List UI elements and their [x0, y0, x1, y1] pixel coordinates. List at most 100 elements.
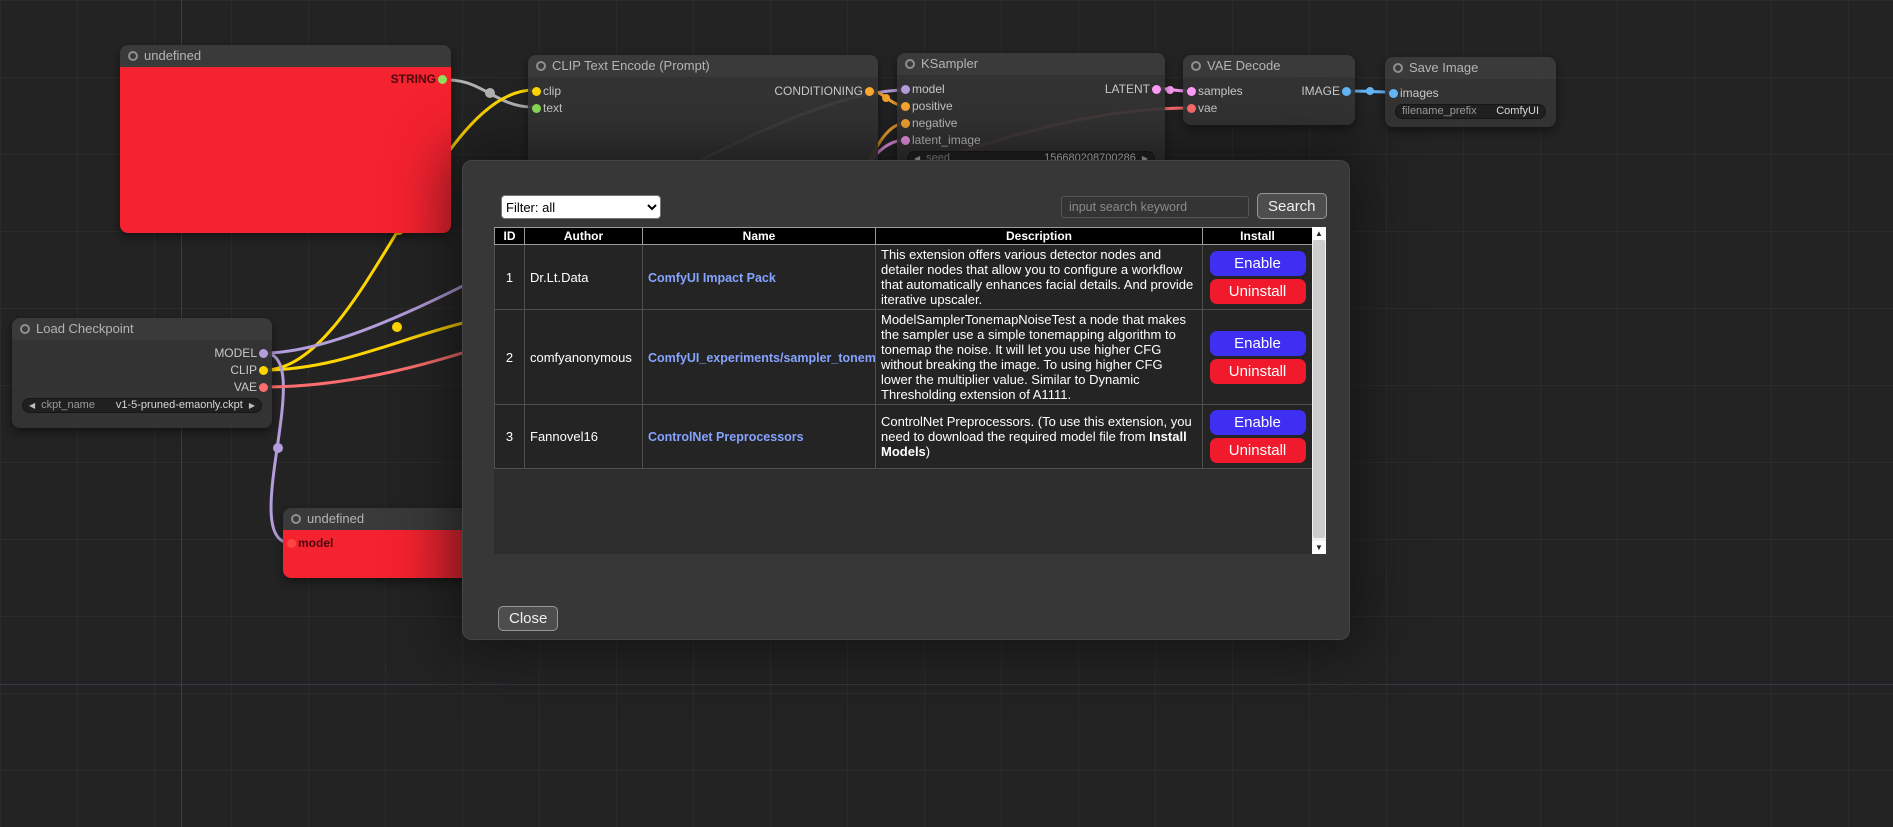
negative-input-dot[interactable] — [901, 119, 910, 128]
wire-midpoint-dot — [392, 322, 402, 332]
search-input[interactable] — [1061, 196, 1249, 218]
slot-label: CONDITIONING — [774, 84, 863, 98]
string-output-dot[interactable] — [438, 75, 447, 84]
node-status-dot-icon[interactable] — [536, 61, 546, 71]
search-button[interactable]: Search — [1257, 193, 1327, 219]
output-slot-model[interactable]: MODEL — [214, 345, 272, 362]
clip-output-dot[interactable] — [259, 366, 268, 375]
input-slot-positive[interactable]: positive — [897, 98, 953, 115]
input-slot-samples[interactable]: samples — [1183, 83, 1243, 100]
enable-button[interactable]: Enable — [1210, 251, 1306, 276]
node-status-dot-icon[interactable] — [905, 59, 915, 69]
node-status-dot-icon[interactable] — [128, 51, 138, 61]
images-input-dot[interactable] — [1389, 89, 1398, 98]
node-title-bar[interactable]: CLIP Text Encode (Prompt) — [528, 55, 878, 77]
uninstall-button[interactable]: Uninstall — [1210, 359, 1306, 384]
cell-author: comfyanonymous — [525, 310, 643, 405]
node-graph-canvas[interactable]: undefined STRING CLIP Text Encode (Promp… — [0, 0, 1893, 827]
header-description: Description — [876, 228, 1203, 245]
input-slot-negative[interactable]: negative — [897, 115, 957, 132]
output-slot-string[interactable]: STRING — [391, 71, 451, 88]
node-save-image[interactable]: Save Image images filename_prefix ComfyU… — [1385, 57, 1556, 127]
extension-table-area: ID Author Name Description Install 1 Dr.… — [494, 227, 1326, 554]
node-status-dot-icon[interactable] — [1191, 61, 1201, 71]
input-slot-model[interactable]: model — [283, 535, 333, 552]
extension-link[interactable]: ControlNet Preprocessors — [648, 430, 804, 444]
ckpt-name-widget[interactable]: ◀ ckpt_name v1-5-pruned-emaonly.ckpt ▶ — [22, 398, 262, 413]
conditioning-output-dot[interactable] — [865, 87, 874, 96]
cell-install: Enable Uninstall — [1203, 310, 1313, 405]
node-title-bar[interactable]: KSampler — [897, 53, 1165, 75]
model-input-dot[interactable] — [901, 85, 910, 94]
output-slot-latent[interactable]: LATENT — [1105, 81, 1165, 98]
samples-input-dot[interactable] — [1187, 87, 1196, 96]
widget-label: filename_prefix — [1402, 105, 1477, 118]
node-undefined-top[interactable]: undefined STRING — [120, 45, 451, 233]
slot-label: positive — [912, 99, 953, 113]
input-slot-clip[interactable]: clip — [528, 83, 561, 100]
scroll-up-arrow-icon[interactable]: ▲ — [1312, 227, 1326, 240]
node-title-bar[interactable]: undefined — [120, 45, 451, 67]
model-input-dot[interactable] — [287, 539, 296, 548]
slot-label: clip — [543, 84, 561, 98]
node-ksampler[interactable]: KSampler model LATENT positive negative … — [897, 53, 1165, 170]
cell-name: ComfyUI_experiments/sampler_tonemap — [643, 310, 876, 405]
filter-select[interactable]: Filter: all — [501, 195, 661, 219]
output-slot-clip[interactable]: CLIP — [230, 362, 272, 379]
wire-midpoint-dot — [1166, 86, 1174, 94]
header-name: Name — [643, 228, 876, 245]
latent-output-dot[interactable] — [1152, 85, 1161, 94]
clip-input-dot[interactable] — [532, 87, 541, 96]
output-slot-image[interactable]: IMAGE — [1301, 83, 1355, 100]
enable-button[interactable]: Enable — [1210, 331, 1306, 356]
node-status-dot-icon[interactable] — [291, 514, 301, 524]
model-output-dot[interactable] — [259, 349, 268, 358]
slot-label: IMAGE — [1301, 84, 1340, 98]
enable-button[interactable]: Enable — [1210, 410, 1306, 435]
extension-table-scrollview[interactable]: ID Author Name Description Install 1 Dr.… — [494, 227, 1312, 554]
positive-input-dot[interactable] — [901, 102, 910, 111]
widget-value: v1-5-pruned-emaonly.ckpt — [116, 399, 243, 412]
close-button[interactable]: Close — [498, 606, 558, 631]
vae-input-dot[interactable] — [1187, 104, 1196, 113]
table-row: 2 comfyanonymous ComfyUI_experiments/sam… — [495, 310, 1313, 405]
node-title-text: CLIP Text Encode (Prompt) — [552, 58, 710, 73]
text-input-dot[interactable] — [532, 104, 541, 113]
scroll-down-arrow-icon[interactable]: ▼ — [1312, 541, 1326, 554]
uninstall-button[interactable]: Uninstall — [1210, 279, 1306, 304]
node-status-dot-icon[interactable] — [1393, 63, 1403, 73]
extension-link[interactable]: ComfyUI Impact Pack — [648, 271, 776, 285]
table-scrollbar[interactable]: ▲ ▼ — [1312, 227, 1326, 554]
node-clip-text-encode[interactable]: CLIP Text Encode (Prompt) clip CONDITION… — [528, 55, 878, 175]
input-slot-vae[interactable]: vae — [1183, 100, 1217, 117]
input-slot-model[interactable]: model — [897, 81, 945, 98]
widget-label: ckpt_name — [41, 399, 95, 412]
next-arrow-icon[interactable]: ▶ — [249, 399, 255, 412]
node-title-text: Save Image — [1409, 60, 1478, 75]
wire-midpoint-dot — [485, 88, 495, 98]
filename-prefix-widget[interactable]: filename_prefix ComfyUI — [1395, 104, 1546, 119]
vae-output-dot[interactable] — [259, 383, 268, 392]
node-status-dot-icon[interactable] — [20, 324, 30, 334]
node-title-bar[interactable]: Save Image — [1385, 57, 1556, 79]
node-title-bar[interactable]: VAE Decode — [1183, 55, 1355, 77]
input-slot-text[interactable]: text — [528, 100, 562, 117]
input-slot-images[interactable]: images — [1385, 85, 1439, 102]
slot-label: latent_image — [912, 133, 981, 147]
slot-label: CLIP — [230, 363, 257, 377]
node-load-checkpoint[interactable]: Load Checkpoint MODEL CLIP VAE ◀ ckpt_na… — [12, 318, 272, 428]
header-id: ID — [495, 228, 525, 245]
uninstall-button[interactable]: Uninstall — [1210, 438, 1306, 463]
scrollbar-thumb[interactable] — [1313, 240, 1325, 538]
node-vae-decode[interactable]: VAE Decode samples IMAGE vae — [1183, 55, 1355, 125]
input-slot-latent-image[interactable]: latent_image — [897, 132, 981, 149]
slot-label: text — [543, 101, 562, 115]
image-output-dot[interactable] — [1342, 87, 1351, 96]
node-title-bar[interactable]: Load Checkpoint — [12, 318, 272, 340]
latent-image-input-dot[interactable] — [901, 136, 910, 145]
slot-label: model — [912, 82, 945, 96]
output-slot-vae[interactable]: VAE — [234, 379, 272, 396]
output-slot-conditioning[interactable]: CONDITIONING — [774, 83, 878, 100]
extension-link[interactable]: ComfyUI_experiments/sampler_tonemap — [648, 351, 876, 365]
prev-arrow-icon[interactable]: ◀ — [29, 399, 35, 412]
